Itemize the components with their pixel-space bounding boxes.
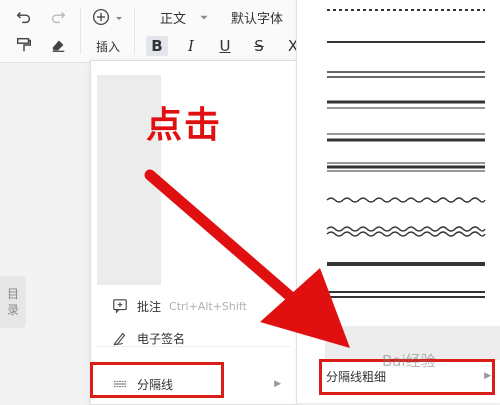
redo-icon[interactable]: [48, 7, 68, 27]
line-style-double[interactable]: [327, 71, 485, 78]
undo-icon[interactable]: [14, 7, 34, 27]
line-style-double-wavy[interactable]: [326, 226, 486, 237]
watermark: Bai经验: [382, 352, 436, 370]
annotate-shortcut: Ctrl+Alt+Shift: [169, 299, 247, 313]
line-style-wavy[interactable]: [326, 197, 486, 203]
signature-label: 电子签名: [137, 331, 186, 346]
insert-dropdown-icon[interactable]: [114, 8, 124, 28]
eraser-icon[interactable]: [48, 35, 68, 55]
insert-button[interactable]: 插入: [96, 38, 120, 55]
directory-tab[interactable]: 目 录: [0, 276, 26, 328]
italic-button[interactable]: I: [180, 36, 202, 56]
line-style-thick-thin[interactable]: [327, 100, 485, 109]
highlight-box-divider: [90, 362, 224, 398]
pen-icon: [111, 329, 129, 347]
click-callout: 点击: [146, 105, 223, 146]
annotate-label: 批注: [137, 299, 162, 314]
line-style-triple[interactable]: [327, 162, 485, 172]
underline-button[interactable]: U: [214, 36, 236, 56]
menu-separator: [97, 346, 291, 347]
comment-icon: [111, 297, 129, 315]
menu-item-e-signature[interactable]: 电子签名: [91, 323, 297, 353]
format-painter-icon[interactable]: [14, 35, 34, 55]
line-style-heavy-double[interactable]: [327, 291, 485, 298]
paragraph-style-select[interactable]: 正文: [160, 8, 186, 27]
menu-item-annotate[interactable]: 批注 Ctrl+Alt+Shift: [91, 291, 297, 321]
line-style-options: [326, 9, 486, 298]
directory-tab-label-top: 目: [6, 287, 19, 301]
font-family-select[interactable]: 默认字体: [231, 8, 283, 27]
submenu-arrow-icon: ▶: [274, 379, 281, 389]
strikethrough-button[interactable]: S: [248, 36, 270, 56]
line-style-thin-thick[interactable]: [327, 133, 485, 142]
divider-submenu: 分隔线粗细 ▶: [296, 0, 500, 403]
insert-plus-icon[interactable]: [90, 6, 112, 28]
bold-button[interactable]: B: [146, 36, 168, 56]
directory-tab-label-bottom: 录: [6, 303, 19, 317]
style-dropdown-icon[interactable]: [198, 7, 210, 27]
